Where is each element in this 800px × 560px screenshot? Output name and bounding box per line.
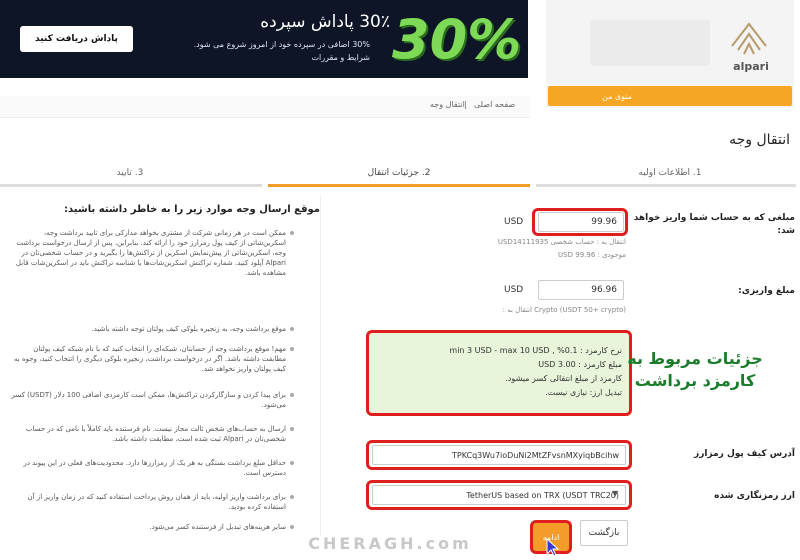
deposit-hint: Crypto (USDT 50+ crypto) انتقال به : — [502, 306, 626, 314]
breadcrumb: انتقال وجه | صفحه اصلی — [0, 96, 530, 118]
fee-highlight — [366, 330, 632, 416]
deposit-label: مبلغ واریزی: — [738, 286, 795, 296]
column-divider — [320, 196, 321, 536]
crypto-currency-value: TetherUS based on TRX (USDT TRC20) — [466, 490, 619, 500]
bullet-icon — [290, 347, 294, 351]
tab-confirm[interactable]: 3. تایید — [0, 160, 260, 184]
amount-field[interactable]: 99.96 — [538, 212, 624, 232]
watermark: CHERAGH.com — [308, 534, 472, 553]
deposit-currency: USD — [504, 285, 524, 295]
banner-terms-link[interactable]: شرایط و مقررات — [190, 53, 370, 62]
guide-item: مهم! موقع برداشت وجه از حسابتان، شبکه‌ای… — [14, 345, 286, 373]
breadcrumb-current[interactable]: انتقال وجه — [430, 100, 465, 109]
fee-rate-line: نرخ کارمزد : 0.1% , min 3 USD - max 10 U… — [449, 346, 622, 355]
banner-title: 30٪ پاداش سپرده — [260, 12, 390, 32]
banner-big-percent: 30% — [392, 8, 522, 71]
tab-transfer-details[interactable]: 2. جزئیات انتقال — [268, 160, 530, 184]
crypto-currency-select[interactable]: TetherUS based on TRX (USDT TRC20) — [372, 485, 626, 505]
bullet-icon — [290, 327, 294, 331]
page-title: انتقال وجه — [729, 132, 790, 148]
bullet-icon — [290, 461, 294, 465]
wallet-label: آدرس کیف پول رمزارز — [694, 449, 795, 459]
guide-item: ارسال به حساب‌های شخص ثالث مجاز نیست. نا… — [25, 425, 286, 443]
tab-underline-2-active — [268, 184, 530, 187]
guide-title: موقع ارسال وجه موارد زیر را به خاطر داشت… — [64, 204, 320, 215]
brand-name: alpari — [733, 60, 769, 73]
breadcrumb-home[interactable]: صفحه اصلی — [474, 100, 515, 109]
promo-banner[interactable]: پاداش دریافت کنید 30٪ پاداش سپرده 30% اض… — [0, 0, 528, 78]
guide-item: برای پیدا کردن و سازگارکردن تراکنش‌ها، م… — [11, 391, 286, 409]
currency-label: ارز رمزنگاری شده — [714, 491, 795, 501]
bullet-icon — [290, 231, 294, 235]
fee-amount-line: مبلغ کارمزد : 3.00 USD — [538, 360, 622, 369]
conversion-line: تبدیل ارز: نیازی نیست. — [545, 388, 622, 397]
alpari-logo-icon — [731, 22, 767, 55]
bullet-icon — [290, 495, 294, 499]
balance-line: موجودی : 99.96 USD — [558, 251, 626, 259]
tab-underline-3 — [0, 184, 262, 187]
chevron-down-icon[interactable]: ▼ — [612, 489, 618, 498]
wallet-address-field[interactable]: TPKCq3Wu7ioDuNi2MtZFvsnMXyiqbBcihw — [372, 445, 626, 465]
breadcrumb-separator: | — [464, 100, 467, 109]
cursor-icon — [546, 538, 560, 557]
tab-underline-1 — [536, 184, 796, 187]
guide-item: سایر هزینه‌های تبدیل از فرستنده کسر می‌ش… — [149, 523, 286, 531]
deposit-field[interactable]: 96.96 — [538, 280, 624, 300]
bullet-icon — [290, 393, 294, 397]
amount-label: مبلغی که به حساب شما واریز خواهد شد: — [633, 213, 795, 236]
guide-item: ممکن است در هر زمانی شرکت از مشتری بخواه… — [15, 229, 286, 277]
bullet-icon — [290, 525, 294, 529]
tab-basic-info[interactable]: 1. اطلاعات اولیه — [560, 160, 780, 184]
banner-subtitle: 30% اضافی در سپرده خود از امروز شروع می … — [193, 40, 370, 49]
fee-annotation: جزئیات مربوط به کارمزد برداشت — [627, 349, 763, 390]
account-line: انتقال به : حساب شخصی USD14111935 — [497, 238, 626, 246]
back-button[interactable]: بازگشت — [580, 520, 628, 546]
bullet-icon — [290, 427, 294, 431]
my-menu-bar[interactable]: منوی من — [548, 86, 792, 106]
guide-item: برای برداشت واریز اولیه، باید از همان رو… — [27, 493, 287, 511]
guide-item: حداقل مبلغ برداشت بستگی به هر یک از رمزا… — [23, 459, 286, 477]
blurred-area — [590, 20, 710, 66]
get-bonus-button[interactable]: پاداش دریافت کنید — [20, 26, 133, 52]
amount-currency: USD — [504, 217, 524, 227]
guide-item: موقع برداشت وجه، به زنجیره بلوکی کیف پول… — [91, 325, 286, 333]
fee-deduct-line: کارمزد از مبلغ انتقالی کسر میشود. — [505, 374, 622, 383]
